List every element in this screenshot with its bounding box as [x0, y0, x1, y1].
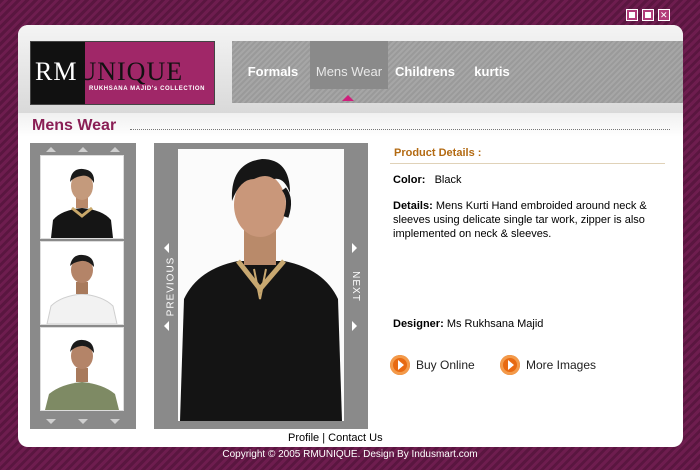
- active-indicator: [342, 95, 354, 101]
- close-icon[interactable]: [658, 9, 670, 21]
- more-images-button[interactable]: More Images: [500, 355, 596, 375]
- scroll-up-icon[interactable]: [110, 147, 120, 152]
- play-arrow-icon: [390, 355, 410, 375]
- product-photo: [178, 149, 344, 421]
- play-arrow-icon: [500, 355, 520, 375]
- title-divider: [130, 129, 670, 130]
- copyright-text: Copyright © 2005 RMUNIQUE. Design By Ind…: [222, 449, 478, 460]
- main-image-viewer: PREVIOUS NEXT: [154, 143, 368, 429]
- thumbnail-3[interactable]: [40, 327, 124, 411]
- main-nav: Formals Mens Wear Childrens kurtis: [232, 41, 683, 103]
- product-details-heading: Product Details :: [394, 147, 482, 159]
- page-title: Mens Wear: [32, 117, 117, 134]
- thumbnail-1[interactable]: [40, 155, 124, 239]
- product-details: Details: Mens Kurti Hand embroided aroun…: [393, 200, 647, 240]
- nav-childrens[interactable]: Childrens: [394, 41, 456, 89]
- nav-formals[interactable]: Formals: [244, 41, 302, 89]
- details-divider: [390, 163, 665, 164]
- site-panel: RMUNIQUE RUKHSANA MAJID's COLLECTION For…: [18, 25, 683, 447]
- footer-links: Profile | Contact Us: [288, 432, 383, 444]
- maximize-icon[interactable]: [642, 9, 654, 21]
- window-controls: [626, 9, 670, 21]
- minimize-icon[interactable]: [626, 9, 638, 21]
- site-logo[interactable]: RMUNIQUE RUKHSANA MAJID's COLLECTION: [30, 41, 215, 105]
- thumbnail-strip: [30, 143, 136, 429]
- thumbnail-2[interactable]: [40, 241, 124, 325]
- next-arrow-icon[interactable]: [352, 321, 357, 331]
- header: RMUNIQUE RUKHSANA MAJID's COLLECTION For…: [18, 25, 683, 113]
- logo-subtitle: RUKHSANA MAJID's COLLECTION: [89, 86, 206, 92]
- previous-button[interactable]: PREVIOUS: [165, 257, 176, 317]
- scroll-down-icon[interactable]: [110, 419, 120, 424]
- profile-link[interactable]: Profile: [288, 432, 319, 444]
- scroll-down-icon[interactable]: [78, 419, 88, 424]
- nav-kurtis[interactable]: kurtis: [472, 41, 512, 89]
- buy-online-button[interactable]: Buy Online: [390, 355, 475, 375]
- scroll-up-icon[interactable]: [46, 147, 56, 152]
- previous-arrow-icon[interactable]: [164, 321, 169, 331]
- logo-wordmark: RMUNIQUE: [35, 57, 184, 86]
- previous-arrow-icon[interactable]: [164, 243, 169, 253]
- next-button[interactable]: NEXT: [350, 271, 361, 302]
- contact-us-link[interactable]: Contact Us: [328, 432, 382, 444]
- scroll-down-icon[interactable]: [46, 419, 56, 424]
- nav-mens-wear[interactable]: Mens Wear: [310, 41, 388, 89]
- scroll-up-icon[interactable]: [78, 147, 88, 152]
- next-arrow-icon[interactable]: [352, 243, 357, 253]
- product-designer: Designer: Ms Rukhsana Majid: [393, 318, 544, 330]
- product-color: Color: Black: [393, 174, 462, 186]
